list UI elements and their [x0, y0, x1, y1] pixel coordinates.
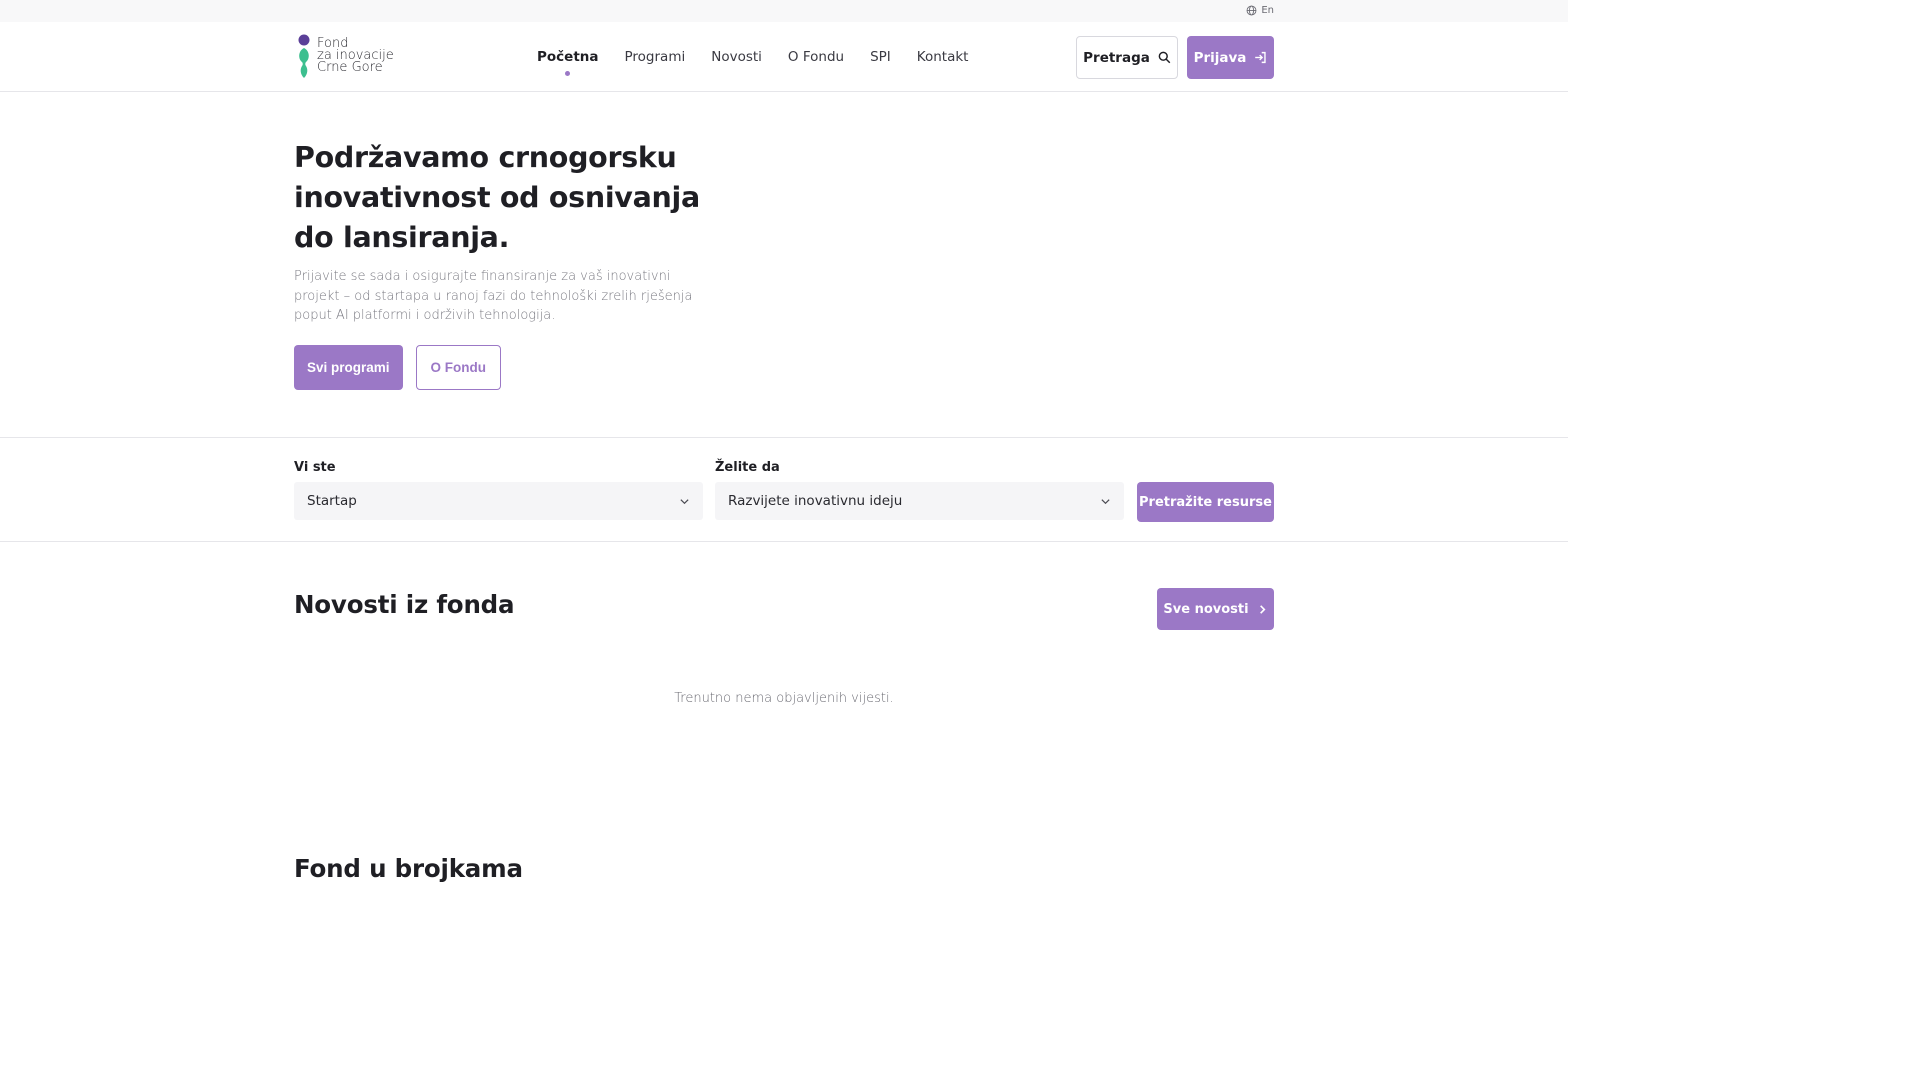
topbar: En	[0, 0, 1568, 22]
logo-line-3: Crne Gore	[317, 60, 383, 75]
logo-text: Fond za inovacije Crne Gore	[317, 37, 394, 75]
want-select[interactable]: Razvijete inovativnu ideju	[715, 482, 1124, 520]
hero-title: Podržavamo crnogorsku inovativnost od os…	[294, 141, 700, 254]
you-are-field: Vi ste Startap	[294, 460, 703, 520]
search-button-label: Pretraga	[1083, 49, 1150, 66]
login-icon	[1255, 51, 1267, 64]
chevron-down-icon	[680, 498, 689, 504]
about-fund-button[interactable]: O Fondu	[415, 344, 502, 390]
login-button[interactable]: Prijava	[1187, 36, 1274, 79]
want-field: Želite da Razvijete inovativnu ideju	[715, 460, 1124, 520]
chevron-right-icon	[1259, 604, 1266, 614]
logo[interactable]: Fond za inovacije Crne Gore	[296, 34, 394, 80]
chevron-down-icon	[1101, 498, 1110, 504]
hero-description: Prijavite se sada i osigurajte finansira…	[294, 269, 693, 323]
nav-item-novosti[interactable]: Novosti	[711, 49, 762, 65]
you-are-label: Vi ste	[294, 460, 336, 475]
nav-item-programi[interactable]: Programi	[625, 49, 686, 65]
search-resources-button[interactable]: Pretražite resurse	[1137, 482, 1274, 522]
login-button-label: Prijava	[1193, 49, 1247, 66]
hero-section: Podržavamo crnogorsku inovativnost od os…	[294, 138, 734, 390]
header: Fond za inovacije Crne Gore Početna Prog…	[0, 22, 1568, 92]
all-programs-button[interactable]: Svi programi	[294, 344, 403, 390]
language-switch[interactable]: En	[1246, 5, 1274, 16]
globe-icon	[1246, 5, 1257, 16]
nav-item-kontakt[interactable]: Kontakt	[917, 49, 969, 65]
all-news-label: Sve novosti	[1163, 601, 1249, 617]
numbers-section-title: Fond u brojkama	[294, 854, 523, 883]
language-label: En	[1261, 5, 1274, 16]
you-are-value: Startap	[307, 493, 357, 509]
news-section-title: Novosti iz fonda	[294, 590, 515, 619]
resource-filter: Vi ste Startap Želite da Razvijete inova…	[0, 437, 1568, 542]
search-button[interactable]: Pretraga	[1076, 36, 1178, 79]
you-are-select[interactable]: Startap	[294, 482, 703, 520]
want-label: Želite da	[715, 460, 780, 475]
news-empty-message: Trenutno nema objavljenih vijesti.	[674, 691, 894, 706]
main-nav: Početna Programi Novosti O Fondu SPI Kon…	[537, 22, 968, 92]
search-icon	[1158, 51, 1171, 64]
nav-item-spi[interactable]: SPI	[870, 49, 891, 65]
logo-mark-icon	[298, 34, 310, 78]
hero-buttons: Svi programi O Fondu	[294, 344, 734, 390]
all-news-button[interactable]: Sve novosti	[1157, 588, 1274, 630]
nav-item-pocetna[interactable]: Početna	[537, 49, 599, 76]
nav-item-o-fondu[interactable]: O Fondu	[788, 49, 844, 65]
want-value: Razvijete inovativnu ideju	[728, 493, 903, 509]
